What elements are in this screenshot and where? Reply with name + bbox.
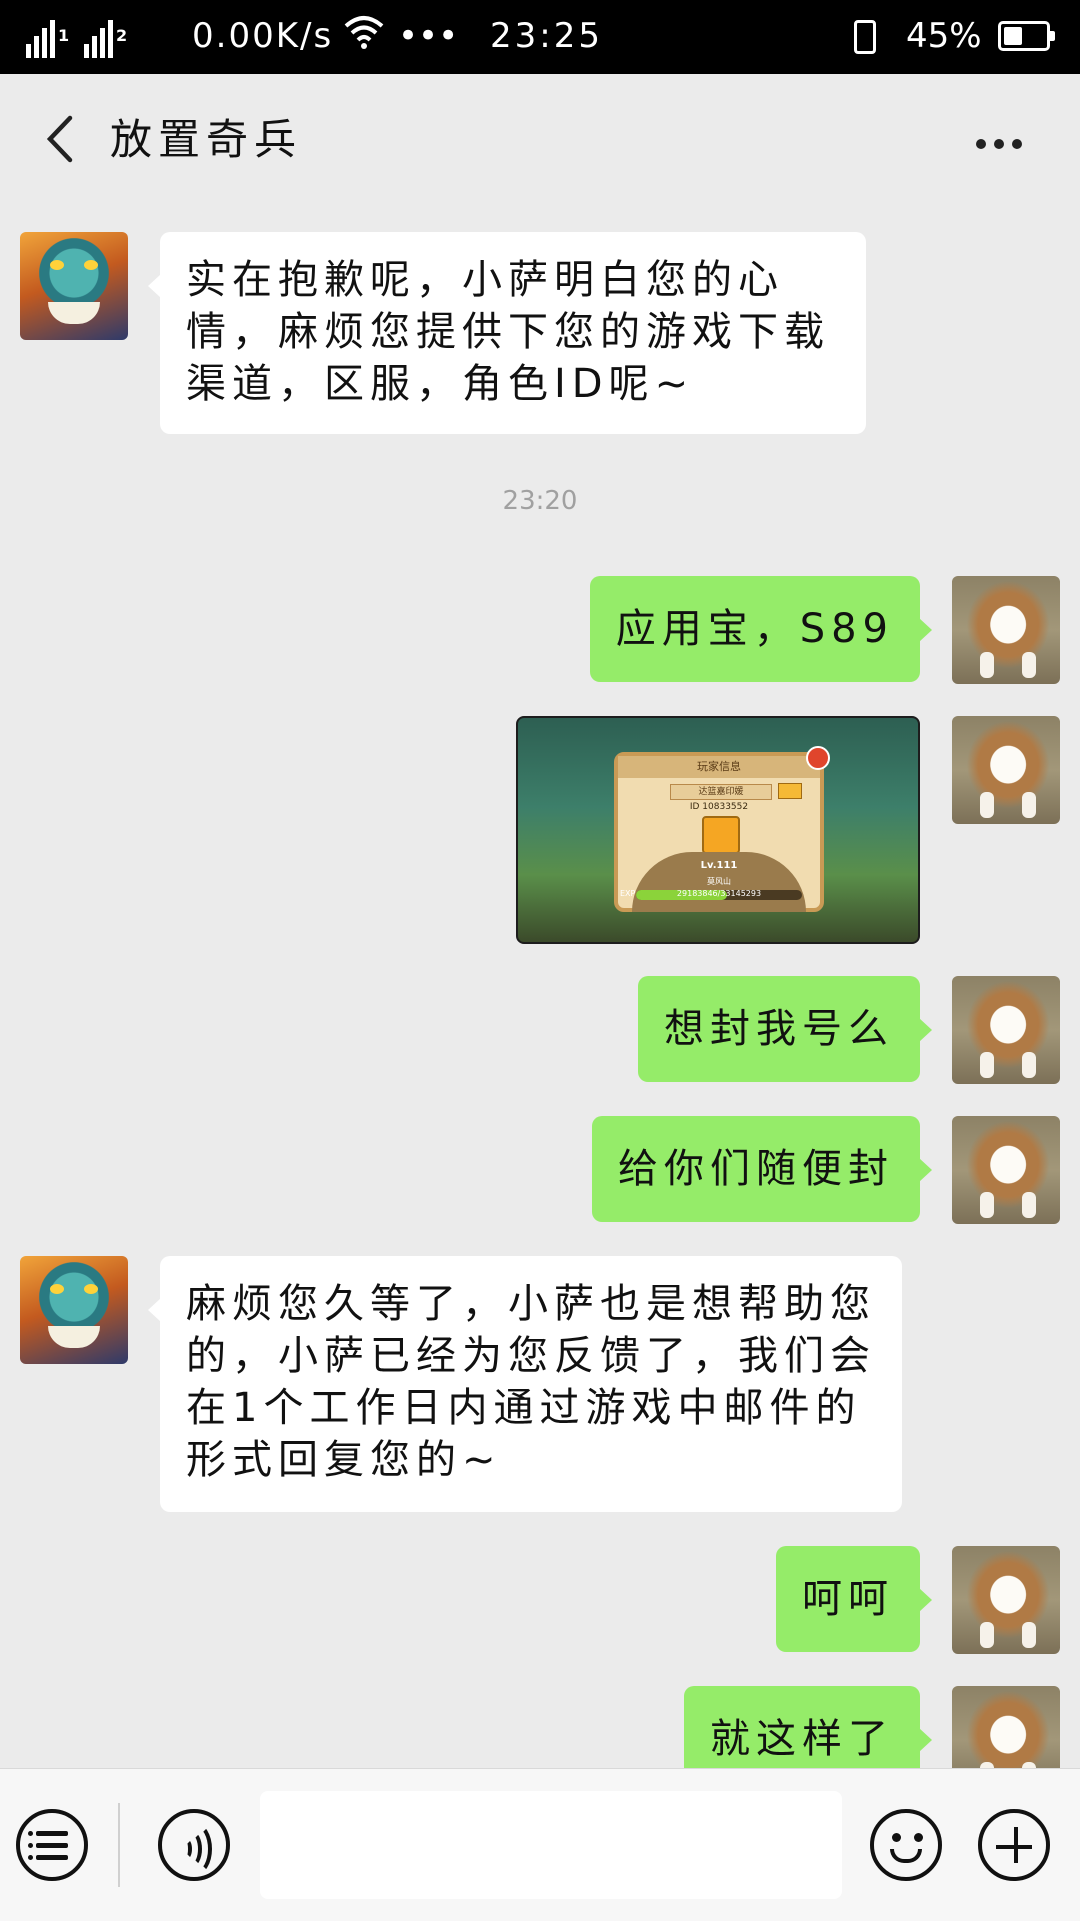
game-player-name: 达篮嘉印媛 (670, 784, 772, 800)
dog-avatar[interactable] (952, 976, 1060, 1084)
signal-group: 1 2 (26, 14, 131, 58)
game-player-info-panel: 玩家信息 达篮嘉印媛 ID 10833552 Lv.111 莫风山 EXP 29… (614, 746, 830, 912)
net-speed: 0.00K/s (192, 16, 334, 56)
hero-portrait-icon (702, 816, 740, 854)
message-bubble-in[interactable]: 实在抱歉呢，小萨明白您的心情，麻烦您提供下您的游戏下载渠道，区服，角色ID呢~ (148, 232, 866, 434)
chat-title: 放置奇兵 (110, 115, 303, 164)
dog-avatar[interactable] (952, 716, 1060, 824)
status-bar: 1 2 0.00K/s ••• 23:25 45% (0, 0, 1080, 74)
chevron-left-icon[interactable] (38, 114, 88, 164)
dog-avatar[interactable] (952, 1116, 1060, 1224)
dog-avatar[interactable] (952, 1546, 1060, 1654)
wifi-icon (344, 14, 384, 63)
game-player-id: ID 10833552 (689, 802, 749, 812)
message-bubble-out[interactable]: 想封我号么 (638, 976, 932, 1082)
emoji-icon[interactable] (870, 1809, 942, 1881)
message-bubble-out[interactable]: 应用宝，S89 (589, 576, 933, 682)
message-bubble-in[interactable]: 麻烦您久等了，小萨也是想帮助您的，小萨已经为您反馈了，我们会在1个工作日内通过游… (148, 1256, 902, 1512)
message-timestamp: 23:20 (502, 486, 578, 516)
battery-fill (1004, 27, 1022, 45)
vibrate-icon (854, 20, 876, 54)
signal-sim1-icon: 1 (26, 14, 73, 58)
signal-sim2-icon: 2 (83, 14, 131, 58)
title-bar: 放置奇兵 (0, 74, 1080, 206)
menu-list-icon[interactable] (16, 1809, 88, 1881)
message-input[interactable] (260, 1791, 842, 1899)
status-time: 23:25 (490, 16, 603, 56)
divider (118, 1803, 120, 1887)
game-panel-title: 玩家信息 (618, 756, 820, 778)
game-exp-label: EXP (620, 889, 636, 898)
game-exp-value: 29183846/33145293 (676, 889, 762, 898)
voice-icon[interactable] (158, 1809, 230, 1881)
image-message[interactable]: 玩家信息 达篮嘉印媛 ID 10833552 Lv.111 莫风山 EXP 29… (516, 716, 920, 944)
plus-icon[interactable] (978, 1809, 1050, 1881)
dog-avatar[interactable] (952, 576, 1060, 684)
more-icon[interactable] (976, 134, 1030, 149)
game-level: Lv.111 (700, 860, 738, 871)
input-bar (0, 1768, 1080, 1921)
edit-icon (778, 783, 802, 799)
notification-dots: ••• (398, 16, 459, 56)
battery-icon (998, 21, 1055, 51)
battery-percent: 45% (906, 16, 982, 56)
dragon-avatar[interactable] (20, 1256, 128, 1364)
message-bubble-out[interactable]: 给你们随便封 (592, 1116, 932, 1222)
game-exp-bar: EXP 29183846/33145293 (620, 889, 802, 900)
dragon-avatar[interactable] (20, 232, 128, 340)
close-icon (806, 746, 830, 770)
message-bubble-out[interactable]: 呵呵 (776, 1546, 932, 1652)
game-server: 莫风山 (707, 877, 731, 886)
